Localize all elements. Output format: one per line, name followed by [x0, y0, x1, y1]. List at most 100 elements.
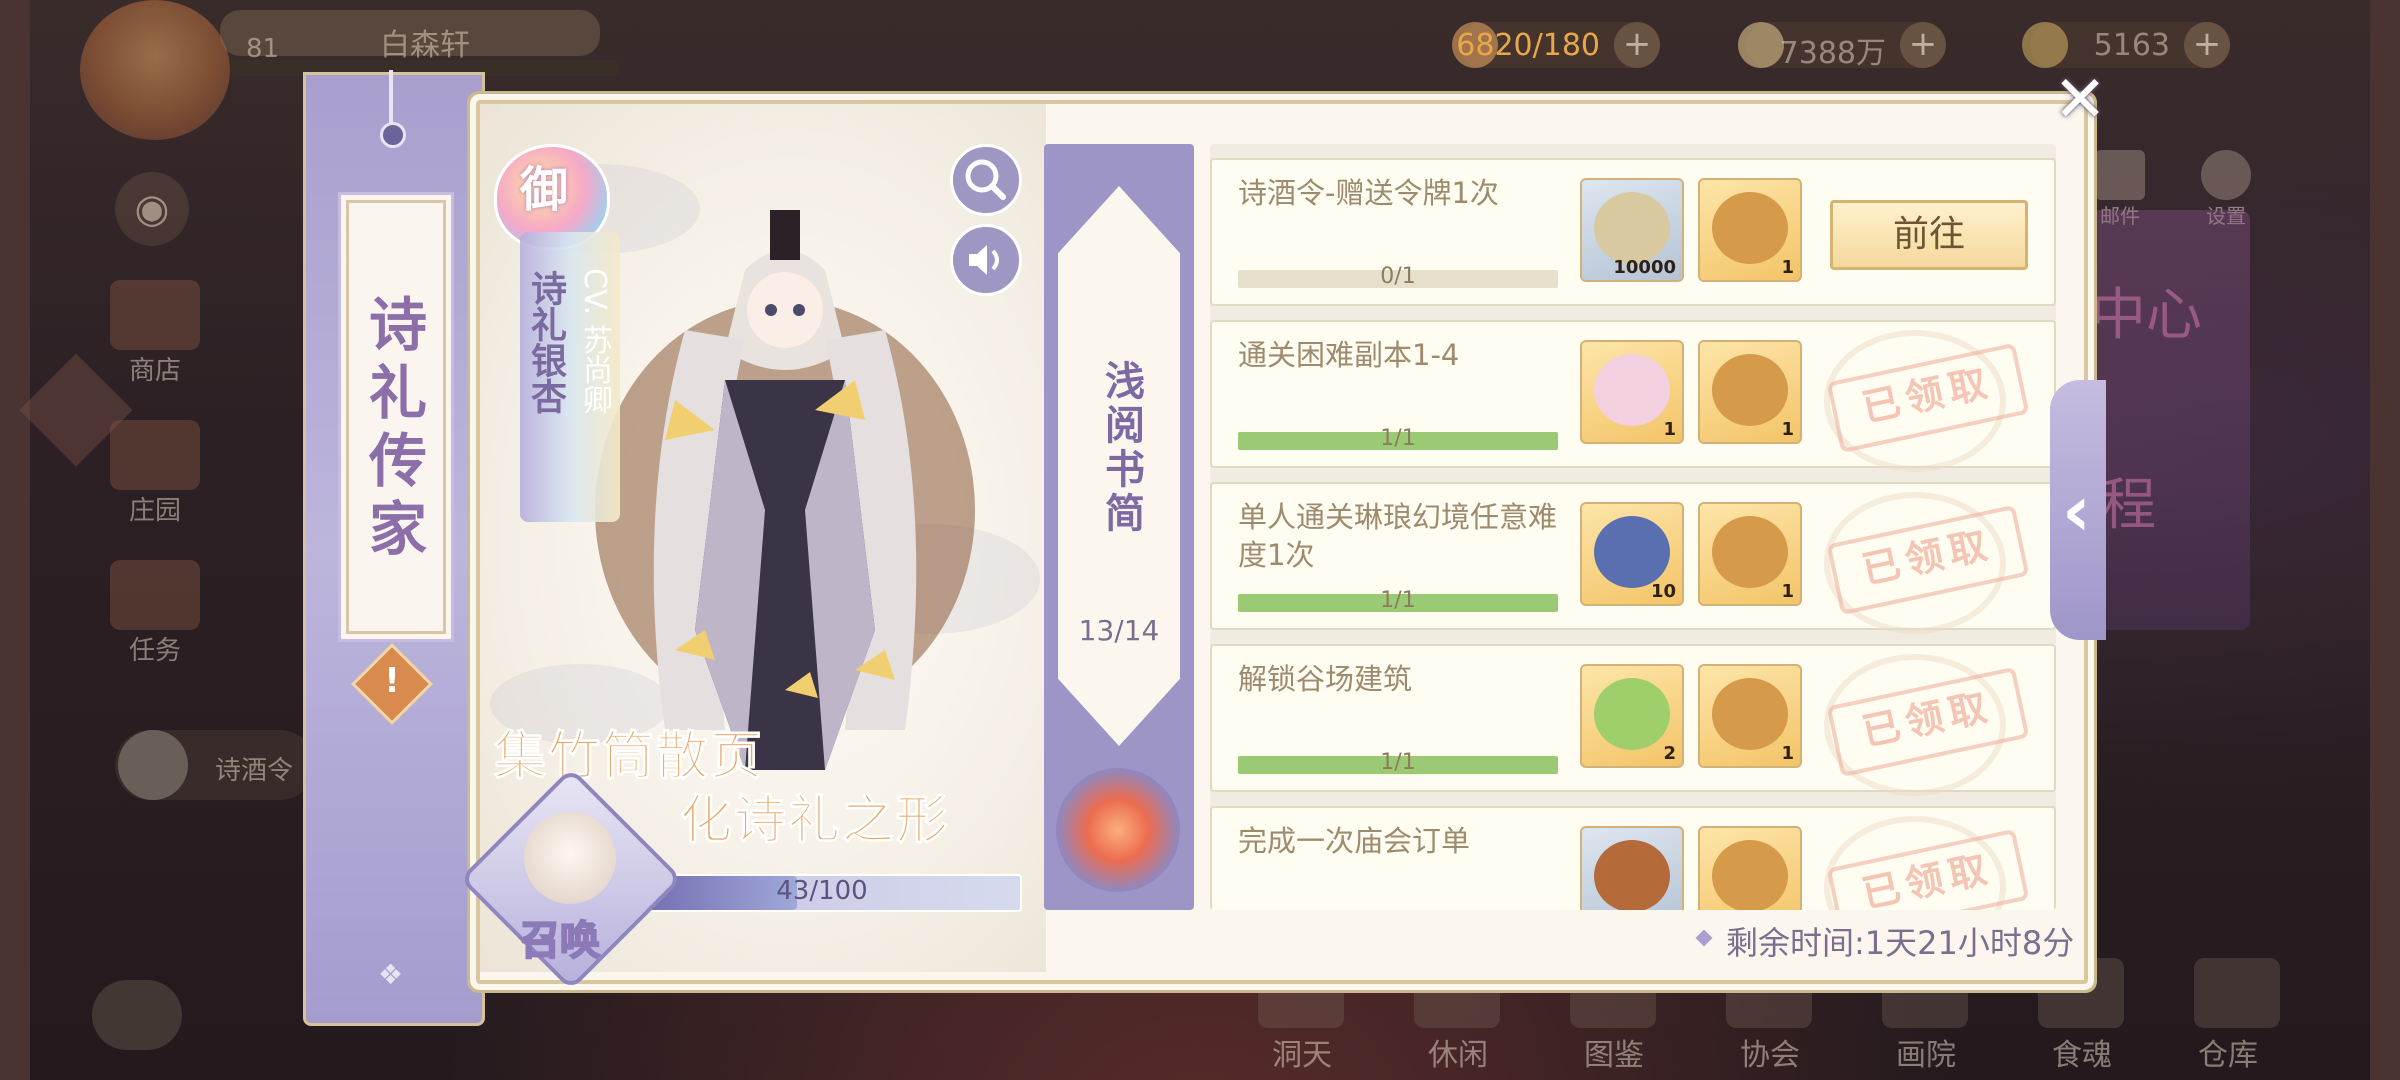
reward-item[interactable]: 10 — [1580, 502, 1684, 606]
reward-item[interactable]: 1 — [1698, 340, 1802, 444]
reward-quantity: 1 — [1781, 257, 1794, 278]
reward-item[interactable] — [1580, 826, 1684, 910]
event-title: 诗礼传家 — [359, 294, 427, 566]
reward-quantity: 2 — [1663, 743, 1676, 764]
task-list[interactable]: 诗酒令-赠送令牌1次 0/1 10000 1 前往 通关困难副本1-4 1/1 1 1 已领取 单人… — [1210, 144, 2056, 910]
shell-token-icon — [1594, 192, 1670, 264]
bottom-item-painting[interactable]: 画院 — [1876, 1030, 1976, 1074]
scroll-count: 13/14 — [1078, 614, 1160, 647]
eye-icon[interactable]: ◉ — [115, 172, 189, 246]
warehouse-icon — [2194, 958, 2280, 1028]
bottom-item-guild[interactable]: 协会 — [1720, 1030, 1820, 1074]
event-banner-text-top: 中心 — [2090, 283, 2202, 348]
player-level: 81 — [246, 34, 280, 64]
crystal-shard-icon — [1594, 516, 1670, 588]
sidebar-item-manor[interactable]: 庄园 — [105, 420, 205, 527]
flame-orb-icon[interactable] — [1056, 768, 1180, 892]
potion-flask-icon — [1594, 678, 1670, 750]
sidebar-item-shop[interactable]: 商店 — [105, 280, 205, 387]
bottom-item-cave[interactable]: 洞天 — [1252, 1030, 1352, 1074]
bottom-item-codex[interactable]: 图鉴 — [1564, 1030, 1664, 1074]
slogan-line-2: 化诗礼之形 — [679, 790, 951, 852]
player-name: 白森轩 — [380, 28, 470, 63]
reward-quantity: 10 — [1650, 581, 1676, 602]
task-progress-text: 1/1 — [1380, 426, 1416, 451]
character-name: 诗礼银杏 — [525, 270, 567, 414]
reward-quantity: 1 — [1781, 419, 1794, 440]
task-title: 通关困难副本1-4 — [1238, 338, 1460, 372]
right-frame-edge — [2370, 0, 2400, 1080]
resource-coin: 7388万 + — [1738, 22, 1946, 71]
reward-quantity: 1 — [1781, 581, 1794, 602]
left-frame-edge — [0, 0, 30, 1080]
bamboo-scroll-icon — [1712, 354, 1788, 426]
sidebar-item-tasks[interactable]: 任务 — [105, 560, 205, 667]
speaker-icon[interactable] — [950, 224, 1022, 296]
reward-item[interactable]: 1 — [1580, 340, 1684, 444]
task-row: 诗酒令-赠送令牌1次 0/1 10000 1 前往 — [1210, 158, 2056, 306]
resource-jade-value: 5163 — [2093, 28, 2170, 63]
reward-item[interactable] — [1698, 826, 1802, 910]
reward-item[interactable]: 1 — [1698, 178, 1802, 282]
task-title: 单人通关琳琅幻境任意难度1次 — [1238, 500, 1558, 572]
task-title: 诗酒令-赠送令牌1次 — [1238, 176, 1499, 210]
reward-quantity: 1 — [1663, 419, 1676, 440]
resource-food: 6820/180 + — [1452, 22, 1660, 68]
reward-item[interactable]: 1 — [1698, 664, 1802, 768]
resource-jade: 5163 + — [2022, 22, 2230, 68]
add-jade-button[interactable]: + — [2184, 22, 2230, 68]
task-title: 完成一次庙会订单 — [1238, 824, 1471, 858]
bamboo-scroll-icon — [1712, 840, 1788, 910]
player-avatar[interactable] — [80, 0, 230, 140]
bottom-item-food-soul[interactable]: 食魂 — [2032, 1030, 2132, 1074]
chevron-left-icon: ‹ — [2062, 470, 2091, 552]
bamboo-scroll-icon — [1712, 516, 1788, 588]
task-row: 完成一次庙会订单1/1已领取 — [1210, 806, 2056, 910]
add-coin-button[interactable]: + — [1900, 22, 1946, 68]
bamboo-scroll-icon — [1712, 192, 1788, 264]
reward-item[interactable]: 10000 — [1580, 178, 1684, 282]
exclamation-icon: ! — [384, 661, 400, 701]
reward-item[interactable]: 2 — [1580, 664, 1684, 768]
manor-icon — [110, 420, 200, 490]
ornament-icon: ❖ — [378, 958, 404, 991]
sidebar-item-label: 商店 — [128, 356, 181, 386]
resource-coin-value: 7388万 — [1779, 36, 1886, 71]
ribbon-pin — [389, 70, 393, 130]
character-illustration — [595, 210, 975, 770]
sidebar-item-label: 任务 — [128, 636, 181, 666]
task-title: 解锁谷场建筑 — [1238, 662, 1413, 696]
mail-icon — [2095, 150, 2145, 200]
rarity-glyph: 御 — [520, 162, 569, 218]
scroll-title: 浅阅书简 — [1098, 360, 1145, 536]
bun-plate-icon — [1594, 354, 1670, 426]
gear-icon — [2201, 150, 2251, 200]
sidebar-item-label: 庄园 — [128, 496, 181, 526]
task-row: 解锁谷场建筑 1/1 2 1 已领取 — [1210, 644, 2056, 796]
jade-coin-icon — [2022, 22, 2068, 68]
reward-quantity: 1 — [1781, 743, 1794, 764]
bottom-item-warehouse[interactable]: 仓库 — [2178, 1030, 2278, 1074]
magnifier-icon[interactable] — [950, 144, 1022, 216]
add-food-button[interactable]: + — [1614, 22, 1660, 68]
close-icon[interactable]: ✕ — [2052, 68, 2108, 132]
remaining-time: 剩余时间:1天21小时8分 — [1726, 924, 2075, 962]
bottom-item-leisure[interactable]: 休闲 — [1408, 1030, 1508, 1074]
voice-actor-label: CV. 苏尚卿 — [577, 268, 612, 415]
chibi-avatar-icon — [524, 812, 616, 904]
summon-progress-text: 43/100 — [776, 876, 868, 906]
go-button[interactable]: 前往 — [1830, 200, 2028, 270]
bamboo-scroll-icon — [1712, 678, 1788, 750]
chat-bubble-icon[interactable] — [92, 980, 182, 1050]
reward-quantity: 10000 — [1613, 257, 1676, 278]
task-progress-text: 1/1 — [1380, 750, 1416, 775]
task-row: 单人通关琳琅幻境任意难度1次 1/1 10 1 已领取 — [1210, 482, 2056, 634]
reward-item[interactable]: 1 — [1698, 502, 1802, 606]
resource-food-value: 6820/180 — [1456, 28, 1600, 63]
task-scroll-icon — [110, 560, 200, 630]
task-progress-text: 1/1 — [1380, 588, 1416, 613]
event-banner-text-bottom: 程 — [2100, 473, 2156, 538]
ribbon-pin-knob — [380, 122, 406, 148]
chat-avatar — [118, 730, 188, 800]
food-basket-icon — [1594, 840, 1670, 910]
